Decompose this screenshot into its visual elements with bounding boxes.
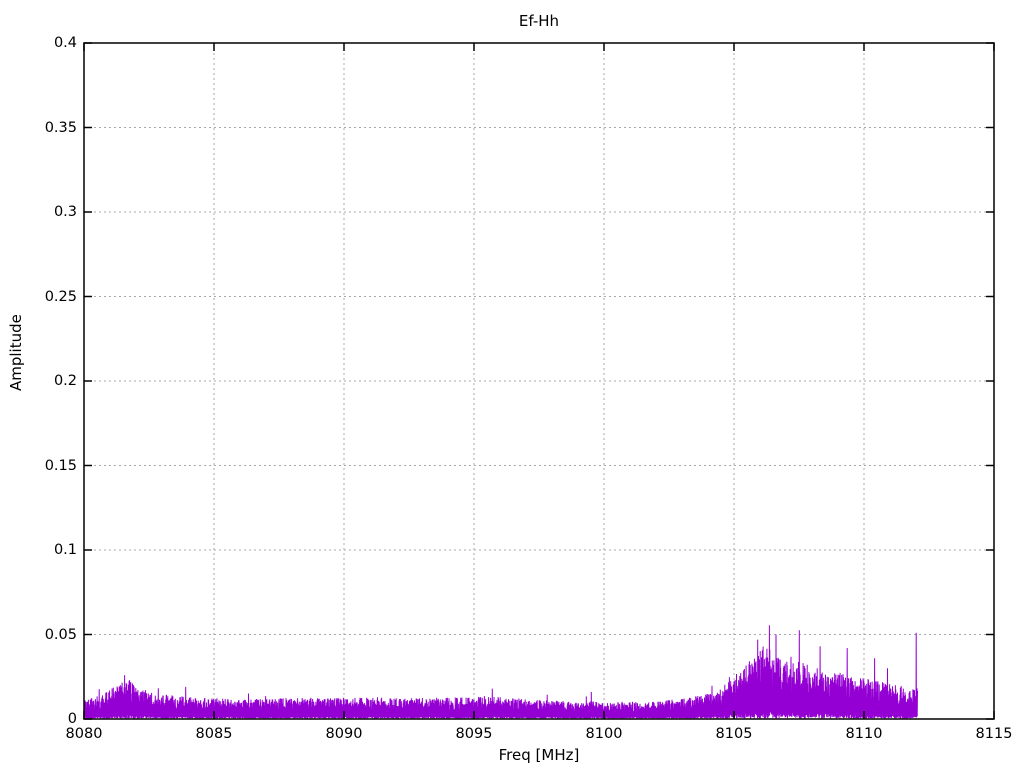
x-tick-label: 8115: [975, 726, 1013, 742]
x-tick-label: 8105: [715, 726, 753, 742]
plot-canvas: [83, 42, 995, 720]
series-trace: [83, 625, 918, 719]
y-tick-label: 0.35: [44, 119, 77, 136]
chart-figure: Ef-Hh Freq [MHz] Amplitude 8080 8085 8090 8…: [0, 0, 1024, 768]
x-tick-label: 8085: [195, 726, 233, 742]
x-tick-label: 8100: [585, 726, 623, 742]
x-tick-label: 8110: [845, 726, 883, 742]
y-tick-label: 0: [67, 711, 77, 727]
chart-title: Ef-Hh: [518, 12, 560, 30]
y-tick-label: 0.3: [53, 204, 77, 220]
x-axis-title: Freq [MHz]: [498, 746, 580, 764]
y-tick-label: 0.1: [53, 542, 77, 558]
y-tick-label: 0.25: [44, 288, 77, 305]
x-tick-label: 8090: [325, 726, 363, 742]
y-tick-label: 0.2: [53, 373, 77, 389]
y-tick-label: 0.05: [44, 626, 77, 643]
y-tick-label: 0.4: [53, 35, 77, 51]
y-tick-label: 0.15: [44, 457, 77, 474]
x-tick-label: 8095: [455, 726, 493, 742]
